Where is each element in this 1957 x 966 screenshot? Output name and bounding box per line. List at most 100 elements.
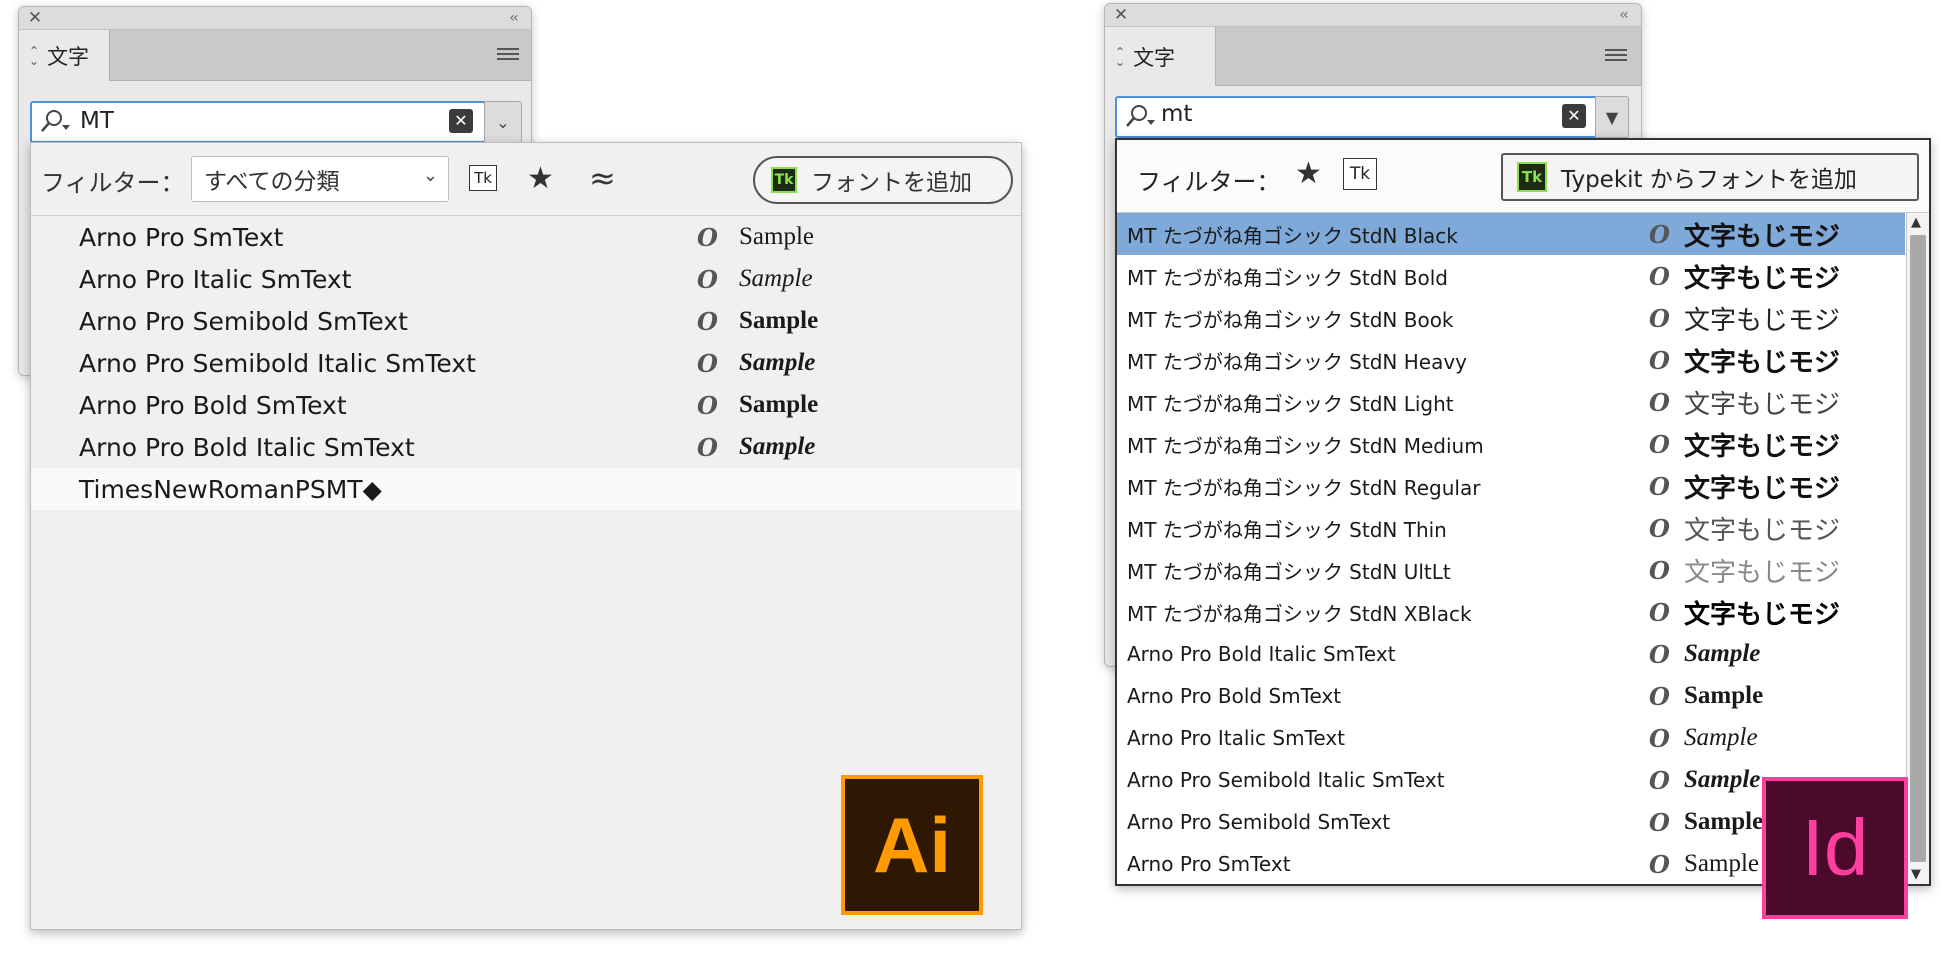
font-list-item[interactable]: MT たづがね角ゴシック StdN Black O 文字もじモジ [1117,213,1905,255]
font-name: MT たづがね角ゴシック StdN Regular [1127,475,1481,500]
font-search-field[interactable]: MT ✕ [30,101,486,143]
close-icon[interactable]: ✕ [1111,5,1131,25]
sort-arrows-icon: ⌃ ⌄ [29,43,40,68]
filter-bar: フィルター： すべての分類 ⌄ Tk ★ ≈ Tk フォントを追加 [31,143,1021,216]
sort-arrows-icon: ⌃ ⌄ [1115,44,1126,69]
classification-value: すべての分類 [204,169,340,195]
search-input[interactable]: mt [1161,101,1192,127]
favorites-star-icon[interactable]: ★ [1295,156,1322,191]
tab-character[interactable]: ⌃ ⌄ 文字 [1105,27,1216,86]
close-icon[interactable]: ✕ [25,8,45,28]
typekit-icon: Tk [469,165,497,191]
font-sample: 文字もじモジ [1684,221,1841,252]
font-name: Arno Pro Italic SmText [1127,726,1345,750]
font-name: Arno Pro Bold SmText [1127,684,1342,708]
font-name: Arno Pro SmText [79,222,284,252]
font-dropdown-toggle[interactable]: ▼ [1595,96,1629,138]
font-list-item[interactable]: Arno Pro Italic SmText O Sample [31,258,1021,300]
logo-text: Ai [873,800,951,889]
font-sample: 文字もじモジ [1684,389,1841,420]
font-sample: Sample [739,391,819,418]
list-scrollbar[interactable]: ▲ ▼ [1906,213,1929,884]
font-name: MT たづがね角ゴシック StdN Book [1127,307,1454,332]
font-list-item[interactable]: MT たづがね角ゴシック StdN Light O 文字もじモジ [1117,381,1905,423]
opentype-icon: O [697,348,718,378]
font-name: Arno Pro Bold Italic SmText [1127,642,1396,666]
opentype-icon: O [1649,807,1670,837]
opentype-icon: O [1649,639,1670,669]
search-input[interactable]: MT [80,108,114,134]
font-list-item[interactable]: Arno Pro Bold Italic SmText O Sample [1117,633,1905,675]
font-list-item[interactable]: MT たづがね角ゴシック StdN Thin O 文字もじモジ [1117,507,1905,549]
typekit-filter-button[interactable]: Tk [469,165,497,191]
panel-titlebar: ✕ ‹‹ [1105,4,1641,27]
opentype-icon: O [1649,261,1670,291]
font-list-item[interactable]: MT たづがね角ゴシック StdN Heavy O 文字もじモジ [1117,339,1905,381]
panel-tab-row: ⌃ ⌄ 文字 [1105,27,1641,86]
font-list-item[interactable]: MT たづがね角ゴシック StdN Book O 文字もじモジ [1117,297,1905,339]
font-list-item[interactable]: TimesNewRomanPSMT◆ [31,468,1021,510]
scrollbar-thumb[interactable] [1910,235,1926,862]
opentype-icon: O [697,264,718,294]
font-sample: Sample [739,265,813,292]
add-fonts-button[interactable]: Tk フォントを追加 [753,156,1013,204]
font-list-item[interactable]: Arno Pro Bold SmText O Sample [31,384,1021,426]
opentype-icon: O [1649,345,1670,375]
opentype-icon: O [1649,681,1670,711]
opentype-icon: O [697,306,718,336]
font-sample: Sample [739,307,819,334]
panel-menu-icon[interactable] [1605,49,1627,63]
indesign-logo: Id [1762,777,1908,919]
font-name: MT たづがね角ゴシック StdN UltLt [1127,559,1451,584]
font-sample: 文字もじモジ [1684,473,1841,504]
font-name: Arno Pro Semibold Italic SmText [79,348,476,378]
font-name: MT たづがね角ゴシック StdN Light [1127,391,1454,416]
classification-select[interactable]: すべての分類 ⌄ [191,156,449,202]
font-name: Arno Pro SmText [1127,852,1291,876]
clear-search-icon[interactable]: ✕ [1562,104,1586,128]
font-list-item[interactable]: MT たづがね角ゴシック StdN UltLt O 文字もじモジ [1117,549,1905,591]
add-fonts-from-typekit-button[interactable]: Tk Typekit からフォントを追加 [1501,153,1919,201]
opentype-icon: O [1649,219,1670,249]
font-dropdown-toggle[interactable]: ⌄ [484,101,522,143]
tab-character[interactable]: ⌃ ⌄ 文字 [19,30,110,81]
clear-search-icon[interactable]: ✕ [449,109,473,133]
collapse-icon[interactable]: ‹‹ [1611,5,1635,25]
similar-fonts-icon[interactable]: ≈ [589,159,616,197]
font-name: MT たづがね角ゴシック StdN Bold [1127,265,1448,290]
collapse-icon[interactable]: ‹‹ [501,8,525,28]
typekit-logo-icon: Tk [1517,162,1547,192]
font-name: Arno Pro Semibold Italic SmText [1127,768,1445,792]
typekit-filter-button[interactable]: Tk [1343,158,1377,190]
font-list-item[interactable]: MT たづがね角ゴシック StdN XBlack O 文字もじモジ [1117,591,1905,633]
font-name: Arno Pro Semibold SmText [1127,810,1391,834]
font-sample: 文字もじモジ [1684,263,1841,294]
scroll-up-icon[interactable]: ▲ [1911,215,1921,230]
font-list-item[interactable]: Arno Pro Semibold SmText O Sample [31,300,1021,342]
filter-label: フィルター： [41,169,185,197]
scroll-down-icon[interactable]: ▼ [1911,867,1921,882]
opentype-icon: O [1649,765,1670,795]
font-name: MT たづがね角ゴシック StdN Black [1127,223,1458,248]
font-search-field[interactable]: mt ✕ [1115,96,1597,138]
font-sample: Sample [1684,766,1761,793]
add-fonts-label: Typekit からフォントを追加 [1561,167,1857,193]
font-list-item[interactable]: Arno Pro SmText O Sample [31,216,1021,258]
opentype-icon: O [1649,555,1670,585]
typekit-logo-icon: Tk [771,167,797,193]
font-list-item[interactable]: MT たづがね角ゴシック StdN Bold O 文字もじモジ [1117,255,1905,297]
font-list-item[interactable]: Arno Pro Semibold Italic SmText O Sample [31,342,1021,384]
font-sample: Sample [1684,850,1759,877]
font-list-item[interactable]: Arno Pro Italic SmText O Sample [1117,717,1905,759]
font-list-item[interactable]: MT たづがね角ゴシック StdN Regular O 文字もじモジ [1117,465,1905,507]
font-list-item[interactable]: MT たづがね角ゴシック StdN Medium O 文字もじモジ [1117,423,1905,465]
font-sample: 文字もじモジ [1684,431,1841,462]
favorites-star-icon[interactable]: ★ [527,161,554,196]
font-list-item[interactable]: Arno Pro Bold Italic SmText O Sample [31,426,1021,468]
tab-label: 文字 [47,44,90,69]
opentype-icon: O [697,222,718,252]
font-list-item[interactable]: Arno Pro Bold SmText O Sample [1117,675,1905,717]
panel-menu-icon[interactable] [497,48,519,62]
font-name: MT たづがね角ゴシック StdN Medium [1127,433,1484,458]
filter-bar: フィルター： ★ Tk Tk Typekit からフォントを追加 [1117,140,1929,213]
